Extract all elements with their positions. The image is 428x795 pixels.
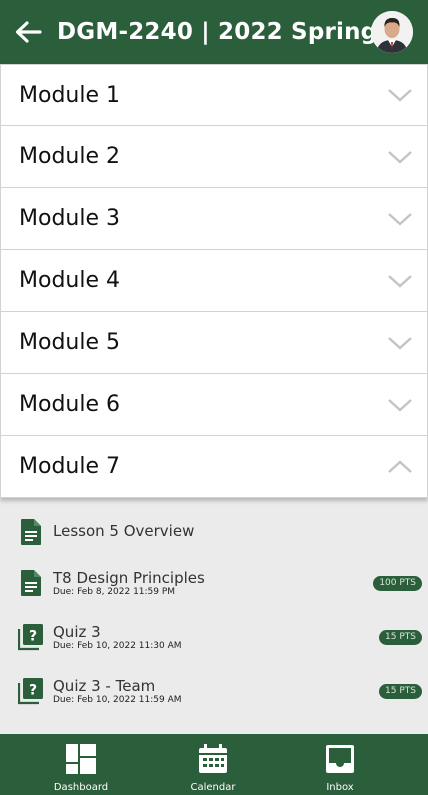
item-due-date: Due: Feb 10, 2022 11:59 AM: [53, 695, 182, 705]
chevron-down-icon: [388, 89, 412, 102]
chevron-down-icon: [388, 212, 412, 226]
svg-text:?: ?: [29, 683, 37, 699]
tab-label: Dashboard: [53, 782, 109, 793]
module-row-3[interactable]: Module 3: [0, 188, 428, 250]
points-badge: 100 PTS: [373, 575, 422, 591]
avatar-image: [371, 11, 413, 53]
tab-inbox[interactable]: Inbox: [290, 734, 390, 795]
app-header: DGM-2240 | 2022 Spring: [0, 0, 428, 64]
item-due-date: Due: Feb 10, 2022 11:30 AM: [53, 641, 182, 651]
calendar-icon: [199, 744, 227, 773]
back-button[interactable]: [13, 17, 43, 47]
module-row-5[interactable]: Module 5: [0, 312, 428, 374]
module-list: Module 1 Module 2 Module 3 Module 4 Modu…: [0, 64, 428, 498]
module-label: Module 5: [19, 330, 120, 355]
list-item[interactable]: ? Quiz 3 Due: Feb 10, 2022 11:30 AM 15 P…: [0, 617, 428, 657]
dashboard-icon: [66, 744, 96, 774]
points-badge: 15 PTS: [379, 683, 422, 699]
chevron-up-icon: [388, 459, 412, 473]
chevron-down-icon: [388, 150, 412, 164]
inbox-icon: [326, 745, 354, 773]
module-row-4[interactable]: Module 4: [0, 250, 428, 312]
document-icon: [21, 519, 41, 545]
module-label: Module 2: [19, 144, 120, 169]
course-title: DGM-2240 | 2022 Spring: [57, 19, 378, 45]
tab-calendar[interactable]: Calendar: [163, 734, 263, 795]
module-row-1[interactable]: Module 1: [0, 64, 428, 126]
list-item[interactable]: Lesson 5 Overview: [0, 512, 428, 552]
module-label: Module 7: [19, 454, 120, 479]
list-item[interactable]: ? Quiz 3 - Team Due: Feb 10, 2022 11:59 …: [0, 671, 428, 711]
quiz-icon: ?: [18, 678, 43, 705]
module-label: Module 3: [19, 206, 120, 231]
arrow-left-icon: [15, 21, 42, 43]
document-icon: [21, 570, 41, 596]
module-row-6[interactable]: Module 6: [0, 374, 428, 436]
list-item[interactable]: T8 Design Principles Due: Feb 8, 2022 11…: [0, 563, 428, 603]
tab-label: Calendar: [190, 782, 236, 793]
item-title: T8 Design Principles: [53, 569, 205, 587]
chevron-down-icon: [388, 398, 412, 412]
chevron-down-icon: [388, 274, 412, 288]
item-title: Lesson 5 Overview: [53, 522, 195, 540]
module-label: Module 6: [19, 392, 120, 417]
chevron-down-icon: [388, 336, 412, 350]
module-label: Module 1: [19, 82, 120, 108]
points-badge: 15 PTS: [379, 629, 422, 645]
user-avatar[interactable]: [371, 11, 413, 53]
tab-label: Inbox: [326, 782, 354, 793]
quiz-icon: ?: [18, 624, 43, 651]
svg-text:?: ?: [29, 629, 37, 645]
bottom-tab-bar: Dashboard Calendar Inbox: [0, 734, 428, 795]
module-label: Module 4: [19, 268, 120, 293]
module-row-2[interactable]: Module 2: [0, 126, 428, 188]
tab-dashboard[interactable]: Dashboard: [31, 734, 131, 795]
item-title: Quiz 3 - Team: [53, 677, 156, 695]
module-row-7[interactable]: Module 7: [0, 436, 428, 498]
item-due-date: Due: Feb 8, 2022 11:59 PM: [53, 587, 176, 597]
item-title: Quiz 3: [53, 623, 101, 641]
